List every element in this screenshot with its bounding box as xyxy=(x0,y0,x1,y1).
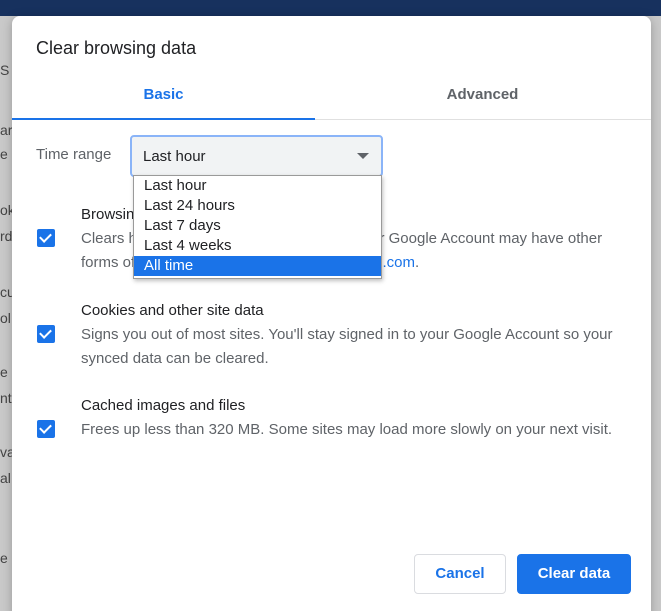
background-text: S xyxy=(0,62,10,78)
background-text: ol xyxy=(0,310,11,326)
tab-advanced[interactable]: Advanced xyxy=(331,80,634,120)
item-title: Cached images and files xyxy=(81,397,246,414)
browsing-history-checkbox[interactable] xyxy=(37,229,55,247)
browser-top-bar xyxy=(0,0,661,16)
option-last-4-weeks[interactable]: Last 4 weeks xyxy=(134,236,381,256)
dialog-title: Clear browsing data xyxy=(36,38,197,58)
background-text: al xyxy=(0,470,11,486)
item-description: Signs you out of most sites. You'll stay… xyxy=(81,326,613,367)
background-text: nt xyxy=(0,390,12,406)
checkmark-icon xyxy=(39,230,52,243)
background-text: ar xyxy=(0,122,13,138)
time-range-label: Time range xyxy=(36,146,112,163)
dropdown-arrow-icon xyxy=(357,153,369,159)
time-range-dropdown-list: Last hour Last 24 hours Last 7 days Last… xyxy=(133,175,382,279)
cached-files-checkbox[interactable] xyxy=(37,420,55,438)
clear-browsing-data-dialog: Clear browsing data Basic Advanced Time … xyxy=(12,16,651,611)
background-text: rd xyxy=(0,228,13,244)
option-last-hour[interactable]: Last hour xyxy=(134,176,381,196)
tab-bar: Basic Advanced xyxy=(12,80,651,120)
clear-data-button[interactable]: Clear data xyxy=(517,554,631,594)
background-text: e xyxy=(0,550,8,566)
option-last-24-hours[interactable]: Last 24 hours xyxy=(134,196,381,216)
time-range-select[interactable]: Last hour xyxy=(130,135,383,177)
tab-basic[interactable]: Basic xyxy=(12,80,315,120)
item-description-suffix: . xyxy=(415,254,420,271)
item-title: Cookies and other site data xyxy=(81,302,264,319)
cancel-button[interactable]: Cancel xyxy=(414,554,506,594)
item-description: Frees up less than 320 MB. Some sites ma… xyxy=(81,421,613,438)
option-last-7-days[interactable]: Last 7 days xyxy=(134,216,381,236)
checkmark-icon xyxy=(39,421,52,434)
cookies-checkbox[interactable] xyxy=(37,325,55,343)
option-all-time[interactable]: All time xyxy=(134,256,381,276)
checkmark-icon xyxy=(39,326,52,339)
background-text: e xyxy=(0,146,8,162)
time-range-value: Last hour xyxy=(143,148,206,165)
